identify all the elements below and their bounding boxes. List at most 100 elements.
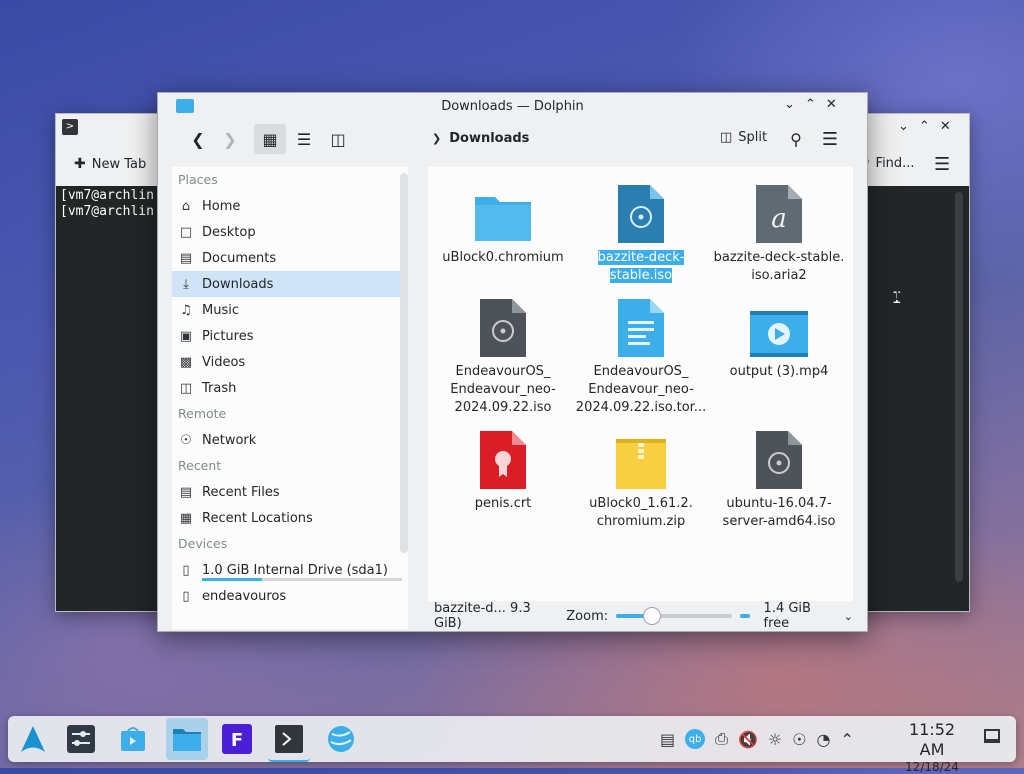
sidebar-item-trash[interactable]: ◫ Trash [172,375,408,401]
zoom-slider-handle[interactable] [642,607,661,625]
desktop-icon: □ [179,224,193,240]
sidebar-item-recent-files[interactable]: ▤ Recent Files [172,479,408,505]
globe-browser-icon [328,726,354,752]
section-header: Remote [178,406,227,421]
mouse-text-cursor-icon: I [892,284,903,305]
free-space-label: 1.4 GiB free [763,601,811,631]
sidebar-item-documents[interactable]: ▤ Documents [172,245,408,271]
minimize-icon[interactable]: ⌄ [784,97,795,112]
sidebar-scrollbar[interactable] [400,173,408,553]
forward-arrow-icon: ❯ [223,129,237,149]
video-file-icon [750,311,808,357]
sidebar-item-internal-drive[interactable]: ▯ 1.0 GiB Internal Drive (sda1) [172,557,408,583]
terminal-scrollbar[interactable] [955,192,963,582]
file-item[interactable]: uBlock0.chromium [434,177,572,267]
clipboard-icon[interactable]: ⎙ [715,729,728,749]
new-tab-button[interactable]: ✚ New Tab [74,156,146,172]
taskbar-discover[interactable] [112,718,154,760]
folder-icon [475,197,531,241]
dolphin-window[interactable]: Downloads — Dolphin ⌄ ⌃ ✕ ❮ ❯ ▦ ☰ ◫ ❯ Do… [157,92,868,632]
sidebar-item-music[interactable]: ♫ Music [172,297,408,323]
digital-clock[interactable]: 11:52 AM 12/18/24 [896,720,968,774]
breadcrumb-item[interactable]: Downloads [449,131,529,146]
konsole-window-controls: ⌄ ⌃ ✕ [898,119,951,134]
terminal-icon [275,725,303,753]
sidebar-item-network[interactable]: ☉ Network [172,427,408,453]
text-file-icon: a [756,185,802,243]
sidebar-item-desktop[interactable]: □ Desktop [172,219,408,245]
icons-view-button[interactable]: ▦ [254,124,286,154]
file-item[interactable]: output (3).mp4 [710,291,848,381]
sidebar-item-recent-locations[interactable]: ▦ Recent Locations [172,505,408,531]
power-profile-icon[interactable]: ◔ [817,730,831,749]
brightness-icon[interactable]: ☼ [768,730,782,749]
clipboard-panel-icon[interactable]: ▤ [660,730,675,749]
hamburger-menu-icon[interactable]: ☰ [934,154,950,175]
sidebar-item-label: Trash [202,380,237,396]
split-button[interactable]: ◫ Split [720,130,767,145]
file-item[interactable]: ubuntu-16.04.7- server-amd64.iso [710,423,848,531]
file-item[interactable]: EndeavourOS_ Endeavour_neo- 2024.09.22.iso [434,291,572,417]
file-name: output (3).mp4 [729,364,829,379]
file-item[interactable]: penis.crt [434,423,572,513]
sidebar-item-videos[interactable]: ▩ Videos [172,349,408,375]
chevron-down-icon[interactable]: ⌄ [844,610,853,623]
search-icon: ⚲ [790,129,802,149]
sidebar-item-label: Pictures [202,328,254,344]
find-button[interactable]: ⚲ Find... [860,156,915,171]
dolphin-titlebar[interactable]: Downloads — Dolphin ⌄ ⌃ ✕ [158,93,867,119]
taskbar-konsole[interactable] [268,718,310,762]
videos-icon: ▩ [179,354,193,370]
zoom-slider[interactable] [616,607,733,625]
minimize-icon[interactable]: ⌄ [898,119,909,134]
file-item-selected[interactable]: bazzite-deck-stable.iso [572,177,710,285]
certificate-icon [480,431,526,489]
show-desktop-icon[interactable] [984,729,1000,743]
file-item[interactable]: a bazzite-deck-stable. iso.aria2 [710,177,848,285]
chevron-up-icon[interactable]: ⌃ [841,730,854,749]
search-button[interactable]: ⚲ [780,124,812,154]
taskbar-system-settings[interactable] [60,718,102,760]
recent-locations-icon: ▦ [179,510,193,526]
section-header: Devices [178,536,228,551]
hamburger-menu-button[interactable]: ☰ [814,124,846,154]
sidebar-item-home[interactable]: ⌂ Home [172,193,408,219]
maximize-icon[interactable]: ⌃ [919,119,930,134]
file-item[interactable]: uBlock0_1.61.2. chromium.zip [572,423,710,531]
documents-icon: ▤ [179,250,193,266]
sidebar-item-label: endeavouros [202,588,287,604]
back-arrow-icon: ❮ [191,129,205,149]
sidebar-item-downloads[interactable]: ⤓ Downloads [172,271,408,297]
network-globe-icon[interactable]: ☉ [792,730,806,749]
taskbar-flathub[interactable]: F [216,718,258,760]
section-header: Recent [178,458,222,473]
sidebar-item-endeavouros[interactable]: ▯ endeavouros [172,583,408,609]
split-view-icon: ◫ [720,130,733,145]
section-header: Places [178,172,218,187]
back-button[interactable]: ❮ [182,124,214,154]
new-tab-icon: ✚ [74,156,86,172]
file-item[interactable]: EndeavourOS_ Endeavour_neo- 2024.09.22.iso… [572,291,710,417]
sidebar-item-pictures[interactable]: ▣ Pictures [172,323,408,349]
sidebar-item-label: Recent Files [202,484,280,500]
file-name: uBlock0.chromium [442,250,564,265]
taskbar-browser[interactable] [320,718,362,760]
details-view-button[interactable]: ◫ [322,124,354,154]
sidebar-item-label: 1.0 GiB Internal Drive (sda1) [202,562,388,578]
drive-usage-fill [202,578,262,581]
application-launcher-button[interactable] [12,718,54,760]
volume-muted-icon[interactable]: 🔇 [738,730,758,749]
taskbar-dolphin[interactable] [166,718,208,760]
sidebar-item-label: Home [202,198,241,214]
sidebar-item-label: Network [202,432,257,448]
details-view-icon: ◫ [330,129,346,149]
close-icon[interactable]: ✕ [826,97,837,112]
forward-button[interactable]: ❯ [214,124,246,154]
maximize-icon[interactable]: ⌃ [805,97,816,112]
qbittorrent-icon[interactable]: qb [685,729,706,749]
close-icon[interactable]: ✕ [940,119,951,134]
compact-view-button[interactable]: ☰ [288,124,320,154]
file-view[interactable]: uBlock0.chromium bazzite-deck-stable.iso… [428,167,853,601]
breadcrumb[interactable]: ❯ Downloads [432,131,529,146]
system-tray: ▤ qb ⎙ 🔇 ☼ ☉ ◔ ⌃ [660,716,854,762]
